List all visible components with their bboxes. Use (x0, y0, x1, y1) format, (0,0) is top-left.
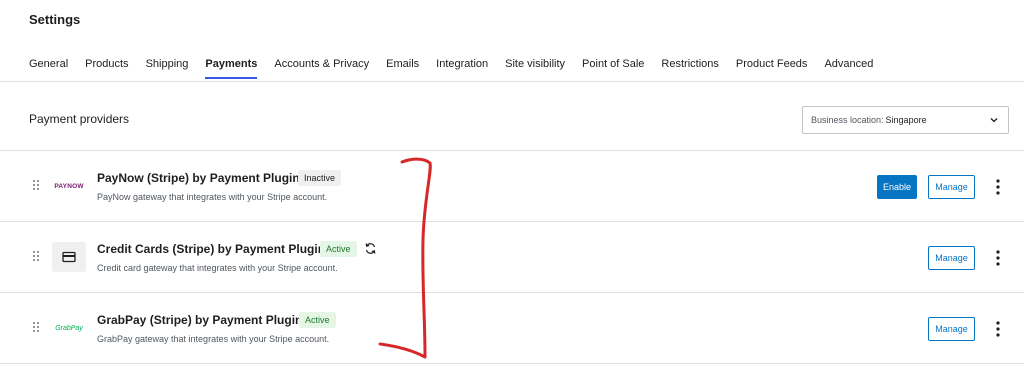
tab-emails[interactable]: Emails (386, 58, 419, 79)
provider-row-paynow: PAYNOW PayNow (Stripe) by Payment Plugin… (0, 151, 1024, 222)
status-badge: Active (320, 241, 357, 257)
more-options-icon[interactable] (992, 320, 1004, 338)
tab-product-feeds[interactable]: Product Feeds (736, 58, 808, 79)
business-location-select[interactable]: Business location: Singapore (802, 106, 1009, 134)
location-value: Singapore (885, 115, 927, 125)
location-label: Business location: (811, 115, 884, 125)
provider-name: Credit Cards (Stripe) by Payment Plugins (97, 242, 332, 256)
tab-accounts-privacy[interactable]: Accounts & Privacy (274, 58, 369, 79)
provider-description: PayNow gateway that integrates with your… (97, 192, 328, 202)
more-options-icon[interactable] (992, 178, 1004, 196)
provider-name: GrabPay (Stripe) by Payment Plugins (97, 313, 310, 327)
provider-row-grabpay: GrabPay GrabPay (Stripe) by Payment Plug… (0, 293, 1024, 364)
tab-general[interactable]: General (29, 58, 68, 79)
status-badge: Active (299, 312, 336, 328)
provider-name: PayNow (Stripe) by Payment Plugins (97, 171, 307, 185)
provider-row-credit-cards: Credit Cards (Stripe) by Payment Plugins… (0, 222, 1024, 293)
tab-point-of-sale[interactable]: Point of Sale (582, 58, 644, 79)
tab-site-visibility[interactable]: Site visibility (505, 58, 565, 79)
manage-button[interactable]: Manage (928, 246, 975, 270)
drag-handle-icon[interactable] (32, 179, 40, 191)
more-options-icon[interactable] (992, 249, 1004, 267)
credit-card-logo (52, 242, 86, 272)
settings-header: Settings General Products Shipping Payme… (0, 0, 1024, 82)
tab-shipping[interactable]: Shipping (146, 58, 189, 79)
drag-handle-icon[interactable] (32, 321, 40, 333)
provider-description: GrabPay gateway that integrates with you… (97, 334, 330, 344)
provider-description: Credit card gateway that integrates with… (97, 263, 338, 273)
manage-button[interactable]: Manage (928, 175, 975, 199)
paynow-logo: PAYNOW (54, 182, 84, 190)
drag-handle-icon[interactable] (32, 250, 40, 262)
grabpay-logo: GrabPay (55, 324, 83, 332)
settings-tabs: General Products Shipping Payments Accou… (29, 58, 890, 79)
manage-button[interactable]: Manage (928, 317, 975, 341)
page-title: Settings (29, 12, 81, 27)
status-badge: Inactive (298, 170, 342, 186)
tab-products[interactable]: Products (85, 58, 128, 79)
enable-button[interactable]: Enable (877, 175, 917, 199)
tab-restrictions[interactable]: Restrictions (661, 58, 718, 79)
chevron-down-icon (990, 118, 998, 123)
tab-payments[interactable]: Payments (205, 58, 258, 79)
tab-integration[interactable]: Integration (436, 58, 488, 79)
section-title: Payment providers (29, 112, 130, 126)
credit-card-icon (62, 251, 76, 263)
sync-icon (365, 243, 376, 254)
tab-advanced[interactable]: Advanced (824, 58, 873, 79)
payment-providers-bar: Payment providers Business location: Sin… (0, 82, 1024, 151)
